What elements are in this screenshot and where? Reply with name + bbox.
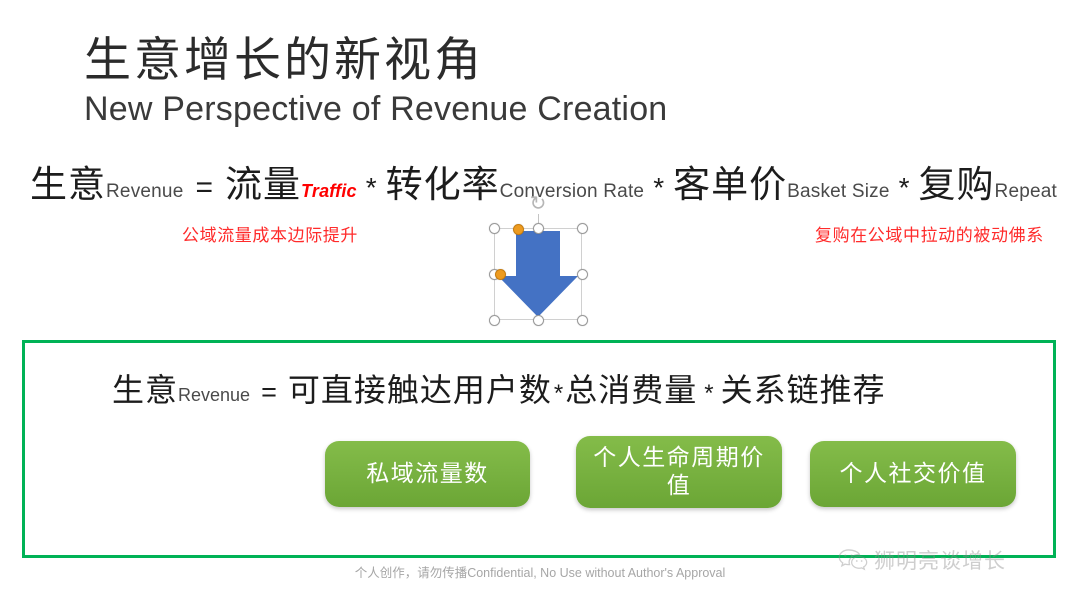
footer-disclaimer: 个人创作，请勿传播Confidential, No Use without Au…	[354, 566, 726, 580]
page-title-en: New Perspective of Revenue Creation	[84, 90, 668, 129]
formula-operator: *	[653, 172, 665, 203]
formula-term-cn: 可直接触达用户数	[287, 372, 552, 408]
formula-term-sub: Revenue	[178, 385, 251, 405]
annotation-right: 复购在公域中拉动的被动佛系	[815, 226, 1044, 245]
down-arrow-shape[interactable]: ↻	[488, 193, 588, 326]
formula-term-cn: 关系链推荐	[720, 372, 886, 408]
resize-handle-top-center[interactable]	[532, 222, 544, 234]
title-block: 生意增长的新视角 New Perspective of Revenue Crea…	[84, 32, 667, 130]
resize-handle-top-left[interactable]	[488, 222, 500, 234]
adjust-handle-arrow-width[interactable]	[513, 224, 524, 235]
slide-canvas: 生意增长的新视角 New Perspective of Revenue Crea…	[0, 0, 1080, 608]
formula-operator: *	[553, 380, 564, 407]
annotation-left: 公域流量成本边际提升	[182, 226, 358, 245]
formula-term-sub: Repeat	[994, 181, 1058, 202]
resize-handle-middle-right[interactable]	[576, 268, 588, 280]
pill-lifetime-value[interactable]: 个人生命周期价值	[576, 436, 782, 508]
formula-term-cn: 客单价	[673, 164, 788, 205]
formula-operator: *	[365, 172, 377, 203]
wechat-icon	[838, 548, 868, 570]
formula-operator: *	[704, 380, 714, 407]
formula-term-sub: Conversion Rate	[499, 181, 645, 202]
pill-private-traffic[interactable]: 私域流量数	[325, 441, 530, 507]
formula-term-cn: 转化率	[385, 164, 500, 205]
formula-term-cn: 生意	[112, 372, 179, 408]
formula-equals: =	[195, 171, 213, 204]
resize-handle-bottom-left[interactable]	[488, 314, 500, 326]
resize-handle-bottom-center[interactable]	[532, 314, 544, 326]
resize-handle-top-right[interactable]	[576, 222, 588, 234]
watermark-text: 狮明亮谈增长	[874, 550, 1006, 573]
rotate-icon[interactable]: ↻	[527, 193, 549, 215]
adjust-handle-arrow-head[interactable]	[495, 269, 506, 280]
formula-equals: =	[261, 377, 277, 407]
formula-term-cn: 总消费量	[565, 372, 698, 408]
page-title-cn: 生意增长的新视角	[84, 33, 484, 86]
formula-term-sub-accent: Traffic	[301, 181, 357, 201]
formula-bottom: 生意 Revenue = 可直接触达用户数 * 总消费量 * 关系链推荐	[112, 374, 886, 406]
formula-top: 生意 Revenue = 流量 Traffic * 转化率 Conversion…	[30, 166, 1070, 203]
watermark: 狮明亮谈增长	[838, 545, 1006, 575]
resize-handle-bottom-right[interactable]	[576, 314, 588, 326]
formula-term-cn: 流量	[225, 164, 301, 205]
formula-term-sub: Basket Size	[787, 181, 890, 202]
formula-operator: *	[898, 172, 910, 203]
formula-term-cn: 复购	[918, 164, 995, 205]
formula-term-sub: Revenue	[106, 181, 184, 202]
formula-term-cn: 生意	[30, 164, 106, 205]
pill-social-value[interactable]: 个人社交价值	[810, 441, 1016, 507]
down-arrow-icon	[498, 231, 578, 317]
